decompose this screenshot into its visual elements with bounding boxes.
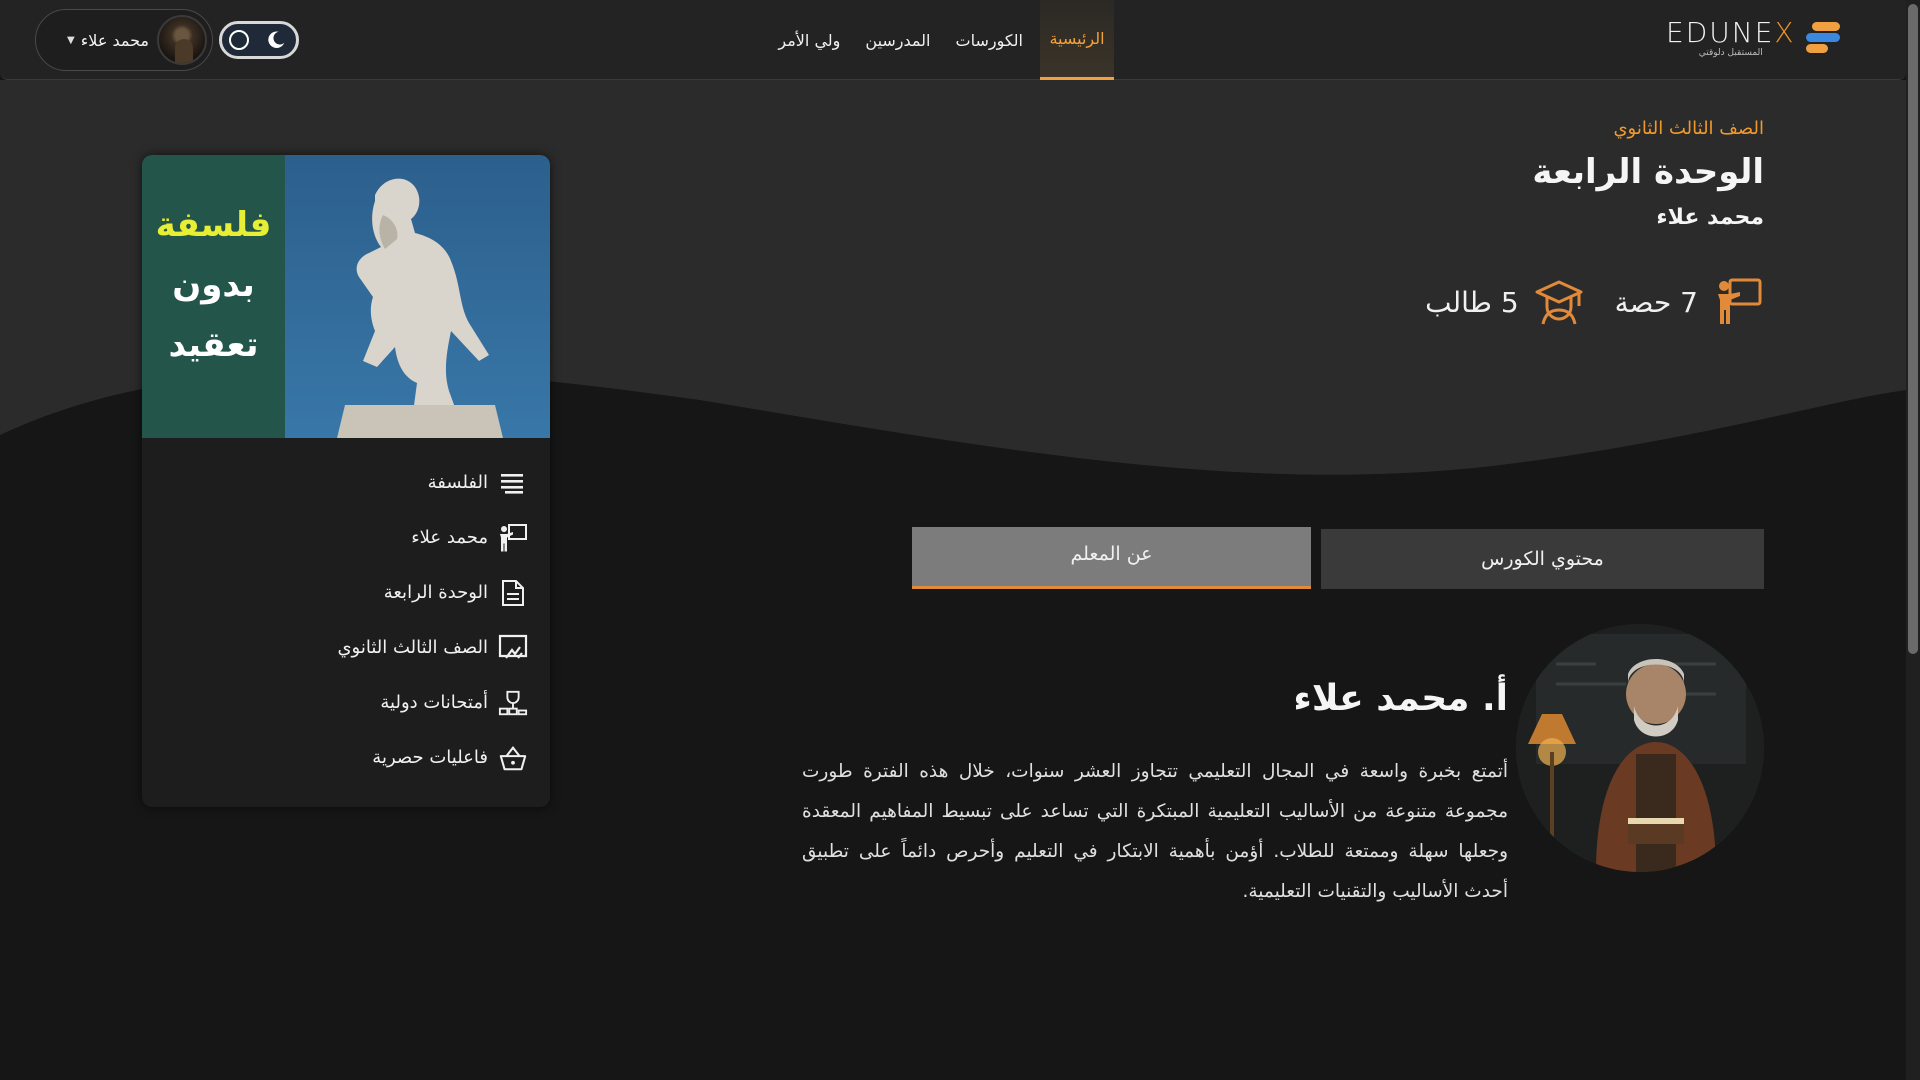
info-unit-label: الوحدة الرابعة [383, 582, 488, 603]
page-scrollbar[interactable] [1906, 0, 1920, 1080]
thinker-statue-image [337, 178, 503, 438]
basket-icon [498, 743, 528, 773]
top-navbar: EDUNEX المستقبل دلوقتي الرئيسية الكورسات… [0, 0, 1906, 80]
cover-word-1: فلسفة [155, 205, 272, 245]
nav-parent[interactable]: ولي الأمر [770, 0, 848, 80]
logo-mark-icon [1804, 20, 1840, 56]
classroom-icon [498, 633, 528, 663]
teacher-board-icon [1718, 278, 1762, 324]
teacher-portrait-image [1516, 624, 1764, 872]
info-row-events: فاعليات حصرية [168, 730, 528, 785]
logo-tagline: المستقبل دلوقتي [1698, 47, 1763, 58]
course-card: فلسفة بدون تعقيد الفلسفة محمد علاء الوحد… [142, 155, 550, 807]
chevron-down-icon: ▼ [67, 34, 75, 46]
info-row-grade: الصف الثالث الثانوي [168, 620, 528, 675]
info-row-subject: الفلسفة [168, 455, 528, 510]
document-icon [498, 578, 528, 608]
tab-about-teacher[interactable]: عن المعلم [912, 527, 1311, 589]
moon-icon [268, 31, 285, 48]
cover-word-2: بدون [172, 265, 255, 305]
teacher-icon [498, 523, 528, 553]
nav-courses[interactable]: الكورسات [948, 0, 1032, 80]
course-teacher-name: محمد علاء [1656, 205, 1764, 230]
graduation-cap-icon [1535, 280, 1583, 325]
info-events-label: فاعليات حصرية [372, 747, 488, 768]
info-row-unit: الوحدة الرابعة [168, 565, 528, 620]
stat-lessons: 7 حصة [1615, 276, 1764, 328]
user-avatar [157, 15, 207, 65]
site-logo[interactable]: EDUNEX المستقبل دلوقتي [1666, 18, 1856, 58]
stat-students: 5 طالب [1425, 276, 1585, 328]
theme-toggle[interactable] [219, 21, 299, 59]
info-row-exams: أمتحانات دولية [168, 675, 528, 730]
user-name: محمد علاء [80, 30, 149, 50]
info-exams-label: أمتحانات دولية [380, 692, 488, 713]
info-teacher-label: محمد علاء [411, 527, 488, 548]
teacher-photo [1516, 624, 1764, 872]
course-grade: الصف الثالث الثانوي [1613, 118, 1764, 139]
cover-text: فلسفة بدون تعقيد [142, 195, 285, 375]
teacher-heading: أ. محمد علاء [1293, 678, 1508, 719]
logo-text: EDUNEX المستقبل دلوقتي [1666, 15, 1796, 58]
course-info-list: الفلسفة محمد علاء الوحدة الرابعة الصف ال… [168, 455, 528, 785]
stat-students-label: 5 طالب [1425, 285, 1519, 319]
teacher-bio: أتمتع بخبرة واسعة في المجال التعليمي تتج… [802, 761, 1508, 902]
toggle-knob-icon [229, 30, 249, 50]
scrollbar-thumb[interactable] [1908, 4, 1918, 654]
info-row-teacher: محمد علاء [168, 510, 528, 565]
list-icon [498, 468, 528, 498]
course-stats: 7 حصة 5 طالب [1425, 276, 1764, 328]
info-subject-label: الفلسفة [427, 472, 488, 493]
nav-teachers[interactable]: المدرسين [857, 0, 938, 80]
logo-word: EDUNEX [1666, 15, 1796, 49]
nav-home[interactable]: الرئيسية [1040, 0, 1114, 80]
tab-course-content[interactable]: محتوي الكورس [1321, 529, 1764, 589]
user-menu[interactable]: محمد علاء ▼ [35, 9, 213, 71]
stat-lessons-label: 7 حصة [1614, 285, 1698, 319]
trophy-icon [498, 688, 528, 718]
course-cover-image: فلسفة بدون تعقيد [142, 155, 550, 438]
info-grade-label: الصف الثالث الثانوي [337, 637, 488, 658]
main-nav: الرئيسية الكورسات المدرسين ولي الأمر [761, 0, 1114, 80]
course-title: الوحدة الرابعة [1532, 152, 1764, 192]
cover-word-3: تعقيد [168, 325, 259, 365]
